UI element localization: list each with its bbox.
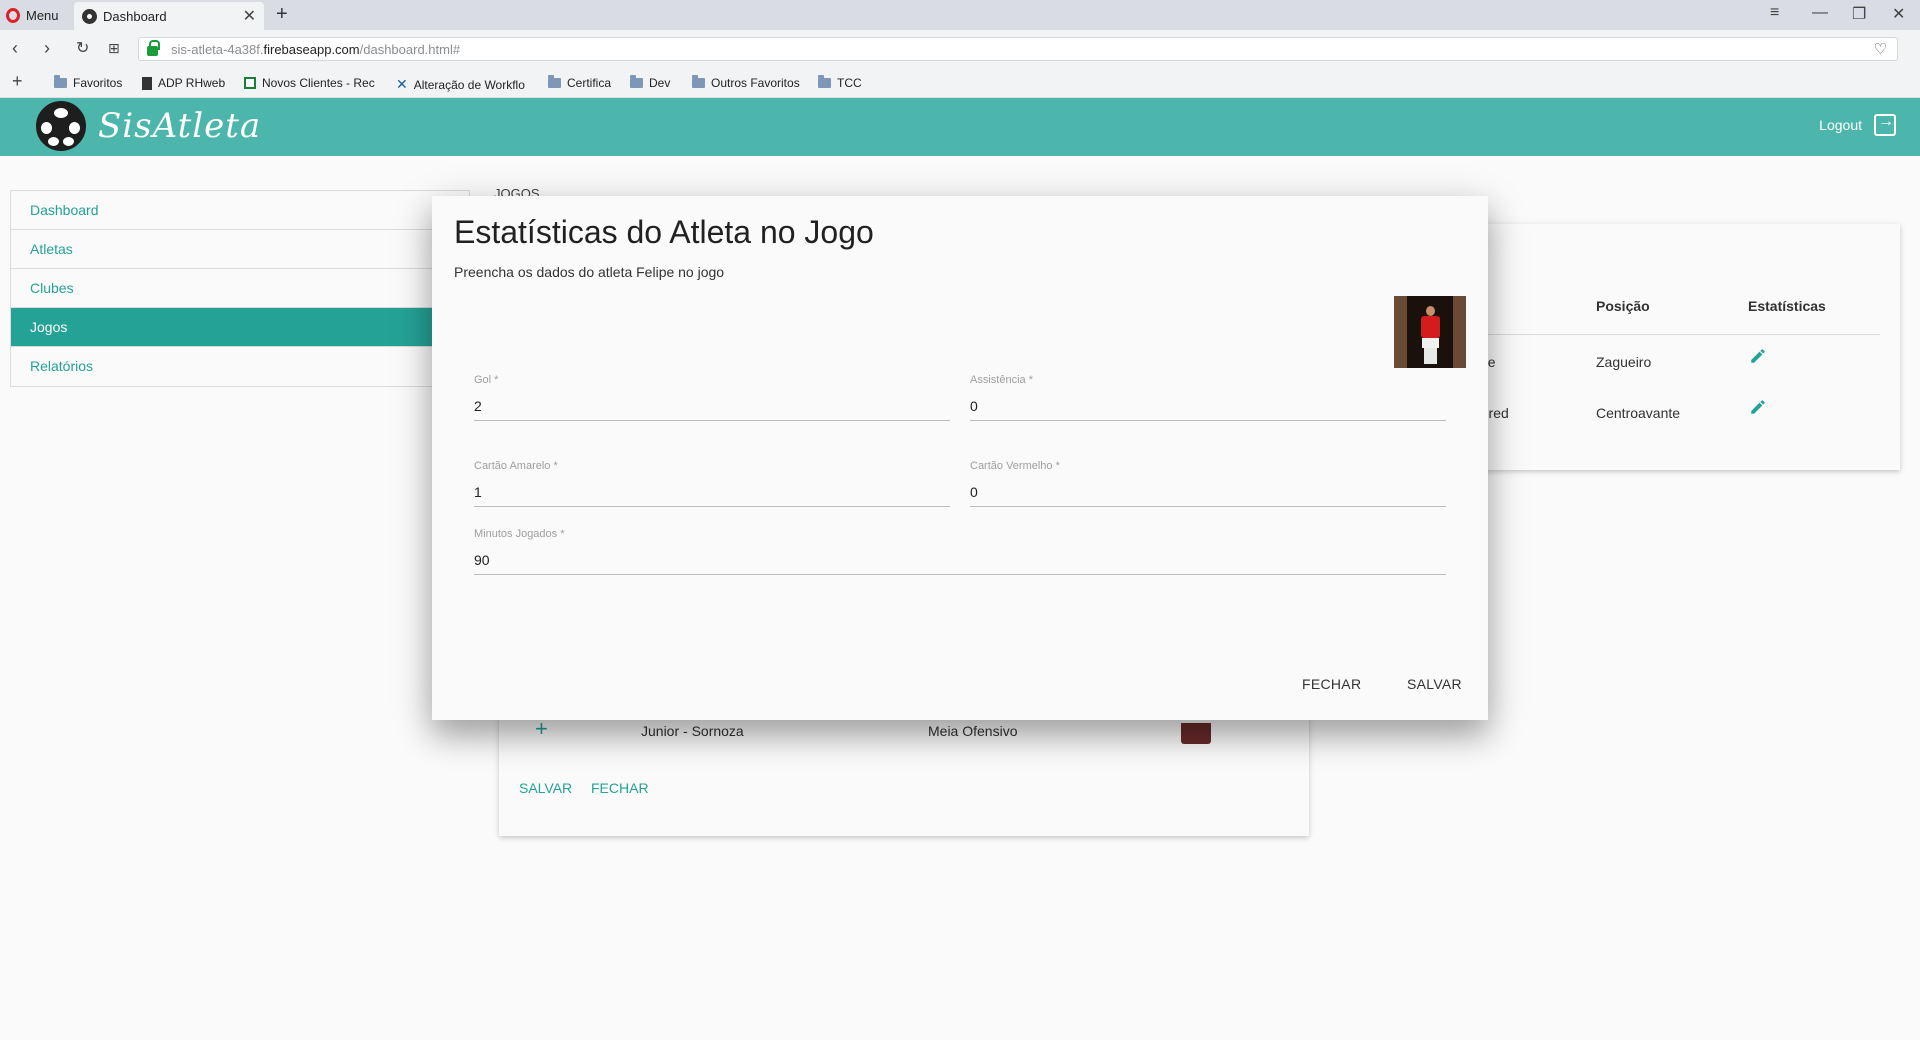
new-tab-icon[interactable]: + [276, 3, 288, 26]
bookmark-tcc[interactable]: TCC [818, 75, 862, 90]
field-underline [474, 506, 950, 507]
window-close-icon[interactable]: ✕ [1892, 4, 1905, 24]
bookmark-label: Novos Clientes - Rec [262, 76, 375, 90]
folder-icon [54, 75, 67, 88]
add-bookmark-icon[interactable]: + [12, 71, 23, 92]
url-field[interactable]: sis-atleta-4a38f. firebaseapp.com/dashboa… [138, 37, 1898, 61]
logout-label: Logout [1819, 117, 1862, 133]
x-app-icon: ✕ [396, 76, 408, 92]
heart-bookmark-icon[interactable]: ♡ [1874, 40, 1887, 58]
cartao-amarelo-input[interactable]: 1 [474, 479, 950, 505]
cartao-amarelo-label: Cartão Amarelo * [474, 460, 558, 472]
bookmark-outros-favoritos[interactable]: Outros Favoritos [692, 75, 800, 90]
browser-tab-bar: Menu Dashboard ✕ + ≡ — ❐ ✕ [0, 0, 1920, 30]
bookmark-novos-clientes[interactable]: Novos Clientes - Rec [244, 76, 375, 90]
field-underline [474, 574, 1446, 575]
bookmark-label: Certifica [567, 76, 612, 90]
athlete-stats-modal: Estatísticas do Atleta no Jogo Preencha … [432, 196, 1488, 720]
assistencia-field[interactable]: Assistência * 0 [970, 374, 1446, 421]
gol-input[interactable]: 2 [474, 393, 950, 419]
browser-menu-button[interactable]: Menu [6, 5, 59, 25]
cartao-amarelo-field[interactable]: Cartão Amarelo * 1 [474, 460, 950, 507]
app-logo-text[interactable]: SisAtleta [98, 106, 261, 146]
browser-tab-title: Dashboard [103, 8, 167, 24]
cartao-vermelho-field[interactable]: Cartão Vermelho * 0 [970, 460, 1446, 507]
folder-icon [630, 75, 643, 88]
spreadsheet-icon [244, 77, 256, 89]
url-host: firebaseapp.com [263, 41, 360, 57]
soccer-ball-favicon-icon [82, 8, 97, 24]
back-icon[interactable]: ‹ [12, 38, 18, 59]
forward-icon[interactable]: › [44, 38, 50, 59]
folder-icon [548, 75, 561, 88]
opera-logo-icon [6, 7, 20, 23]
url-prefix: sis-atleta-4a38f. [171, 41, 264, 57]
modal-title: Estatísticas do Atleta no Jogo [454, 214, 874, 250]
restore-icon[interactable]: ❐ [1852, 4, 1866, 24]
field-underline [474, 420, 950, 421]
field-underline [970, 420, 1446, 421]
modal-subtitle: Preencha os dados do atleta Felipe no jo… [454, 264, 725, 280]
speed-dial-icon[interactable]: ⊞ [108, 40, 120, 57]
bookmark-label: Dev [649, 76, 671, 90]
bookmark-label: ADP RHweb [158, 76, 226, 90]
cartao-vermelho-label: Cartão Vermelho * [970, 460, 1060, 472]
browser-address-bar: ‹ › ↻ ⊞ sis-atleta-4a38f. firebaseapp.com… [0, 30, 1920, 68]
bookmark-label: Outros Favoritos [711, 76, 800, 90]
bookmark-alteracao-workflow[interactable]: ✕ Alteração de Workflo [396, 76, 525, 93]
bookmark-label: Alteração de Workflo [413, 77, 525, 92]
logout-button[interactable]: Logout [1819, 113, 1896, 136]
bookmark-adp-rhweb[interactable]: ADP RHweb [142, 76, 225, 90]
bookmarks-bar: + Favoritos ADP RHweb Novos Clientes - R… [0, 68, 1920, 98]
reload-icon[interactable]: ↻ [76, 38, 89, 58]
bookmark-certifica[interactable]: Certifica [548, 75, 612, 90]
bookmark-dev[interactable]: Dev [630, 75, 671, 90]
modal-close-button[interactable]: FECHAR [1302, 676, 1361, 692]
app-header: SisAtleta Logout [0, 98, 1920, 156]
field-underline [970, 506, 1446, 507]
exit-icon [1874, 113, 1896, 136]
browser-tab-dashboard[interactable]: Dashboard ✕ [74, 2, 264, 30]
tab-close-icon[interactable]: ✕ [243, 6, 256, 26]
gol-label: Gol * [474, 374, 499, 386]
url-path: /dashboard.html# [359, 41, 461, 57]
minimize-icon[interactable]: — [1812, 4, 1828, 22]
browser-menu-label: Menu [26, 7, 59, 23]
gol-field[interactable]: Gol * 2 [474, 374, 950, 421]
soccer-ball-logo-icon [36, 101, 86, 151]
athlete-photo [1394, 296, 1466, 368]
bookmark-label: TCC [837, 76, 862, 90]
modal-save-button[interactable]: SALVAR [1407, 676, 1462, 692]
assistencia-input[interactable]: 0 [970, 393, 1446, 419]
tab-menu-icon[interactable]: ≡ [1770, 4, 1779, 22]
folder-icon [692, 75, 705, 88]
minutos-jogados-input[interactable]: 90 [474, 547, 1446, 573]
folder-icon [818, 75, 831, 88]
assistencia-label: Assistência * [970, 374, 1033, 386]
document-icon [142, 76, 152, 90]
lock-icon [147, 40, 160, 56]
minutos-jogados-field[interactable]: Minutos Jogados * 90 [474, 528, 1446, 575]
cartao-vermelho-input[interactable]: 0 [970, 479, 1446, 505]
bookmark-label: Favoritos [73, 76, 123, 90]
minutos-jogados-label: Minutos Jogados * [474, 528, 565, 540]
bookmark-favoritos[interactable]: Favoritos [54, 75, 123, 90]
